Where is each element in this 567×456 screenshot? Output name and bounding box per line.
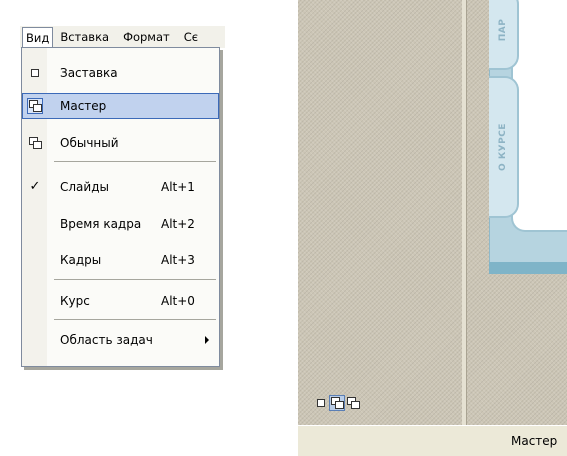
menu-service[interactable]: Сє	[177, 27, 205, 47]
slide-tab-label: О КУРСЕ	[498, 123, 508, 171]
menu-item-frames[interactable]: Кадры Alt+3	[22, 247, 219, 273]
slide-tab-par[interactable]: ПАР	[489, 0, 519, 70]
menu-item-label: Курс	[60, 294, 90, 308]
menu-item-label: Мастер	[60, 99, 107, 113]
menu-item-label: Слайды	[60, 180, 109, 194]
submenu-arrow-icon	[205, 336, 209, 344]
menu-item-shortcut: Alt+0	[161, 294, 195, 308]
menu-item-label: Заставка	[60, 66, 118, 80]
menu-format-label: Формат	[123, 30, 170, 44]
status-text: Мастер	[511, 434, 558, 448]
view-switcher	[314, 395, 360, 412]
stacked-windows-icon	[29, 100, 42, 112]
normal-view-button[interactable]	[314, 396, 328, 410]
slide-view-button[interactable]	[346, 396, 360, 410]
menu-item-title-slide[interactable]: Заставка	[22, 60, 219, 86]
slide-work-area[interactable]: ПАР О КУРСЕ	[467, 0, 567, 425]
menu-view-label: Вид	[26, 31, 50, 45]
menu-view[interactable]: Вид	[22, 27, 54, 47]
menu-item-slides[interactable]: ✓ Слайды Alt+1	[22, 174, 219, 200]
menu-item-label: Время кадра	[60, 217, 142, 231]
menu-format[interactable]: Формат	[116, 27, 177, 47]
slide-sorter-pane[interactable]	[298, 0, 463, 425]
menu-service-label: Сє	[183, 30, 199, 44]
menu-item-normal[interactable]: Обычный	[22, 130, 219, 156]
menu-item-task-pane[interactable]: Область задач	[22, 327, 219, 353]
menu-item-shortcut: Alt+3	[161, 253, 195, 267]
check-icon: ✓	[29, 179, 41, 194]
menu-item-label: Область задач	[60, 333, 153, 347]
application-window: ПАР О КУРСЕ Мастер	[298, 0, 567, 456]
menu-item-frame-time[interactable]: Время кадра Alt+2	[22, 211, 219, 237]
menu-item-course[interactable]: Курс Alt+0	[22, 288, 219, 314]
menu-insert-label: Вставка	[60, 30, 110, 44]
menu-separator	[54, 319, 216, 320]
stacked-windows-icon	[331, 397, 344, 409]
menu-separator	[54, 161, 216, 162]
menu-item-label: Обычный	[60, 136, 119, 150]
view-menu-dropdown: Заставка Мастер Обычный ✓ Слайды Alt+1 В…	[21, 47, 220, 367]
status-bar: Мастер	[298, 425, 567, 456]
menu-item-master[interactable]: Мастер	[22, 93, 219, 119]
menu-insert[interactable]: Вставка	[53, 27, 116, 47]
stacked-windows-small-icon	[347, 397, 360, 409]
slide-tab-label: ПАР	[498, 18, 508, 42]
menu-item-label: Кадры	[60, 253, 102, 267]
slide-canvas[interactable]	[511, 0, 567, 232]
stacked-windows-small-icon	[29, 137, 42, 149]
menu-item-shortcut: Alt+1	[161, 180, 195, 194]
single-window-icon	[317, 399, 325, 407]
master-view-button[interactable]	[329, 395, 345, 411]
slide-tab-about-course[interactable]: О КУРСЕ	[489, 76, 519, 218]
single-window-icon	[31, 69, 39, 77]
menu-bar: Вид Вставка Формат Сє	[20, 26, 225, 48]
menu-separator	[54, 279, 216, 280]
menu-item-shortcut: Alt+2	[161, 217, 195, 231]
